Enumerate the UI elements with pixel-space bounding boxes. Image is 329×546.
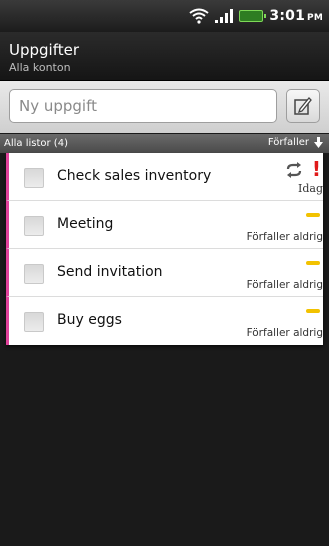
task-due: Förfaller aldrig (246, 327, 323, 339)
app-header: Uppgifter Alla konton (0, 32, 329, 81)
sort-label: Förfaller (267, 137, 309, 148)
status-icons: 3:01 PM (189, 6, 323, 26)
task-due: Förfaller aldrig (246, 231, 323, 243)
task-checkbox[interactable] (24, 216, 44, 236)
task-title: Check sales inventory (57, 168, 212, 184)
status-time: 3:01 PM (269, 8, 323, 24)
task-list: Check sales inventory ! Idag Meeting För… (6, 153, 323, 345)
task-meta: ! Idag (223, 157, 323, 197)
wifi-icon (189, 8, 210, 24)
priority-normal-icon (306, 309, 320, 313)
task-title: Meeting (57, 216, 114, 232)
page-title: Uppgifter (9, 41, 80, 59)
account-subtitle[interactable]: Alla konton (9, 61, 71, 74)
list-header: Alla listor (4) Förfaller (0, 134, 329, 153)
arrow-down-icon (314, 137, 323, 148)
status-bar: 3:01 PM (0, 0, 329, 32)
battery-icon (239, 10, 267, 22)
task-row[interactable]: Send invitation Förfaller aldrig (6, 249, 323, 297)
task-row[interactable]: Buy eggs Förfaller aldrig (6, 297, 323, 345)
priority-high-icon: ! (311, 157, 321, 181)
priority-normal-icon (306, 213, 320, 217)
edit-task-button[interactable] (286, 89, 320, 123)
task-checkbox[interactable] (24, 168, 44, 188)
new-task-input[interactable] (9, 89, 277, 123)
task-meta: Förfaller aldrig (223, 207, 323, 245)
task-checkbox[interactable] (24, 312, 44, 332)
new-task-bar (0, 81, 329, 133)
task-title: Send invitation (57, 264, 163, 280)
all-lists-label[interactable]: Alla listor (4) (4, 138, 68, 149)
task-row[interactable]: Meeting Förfaller aldrig (6, 201, 323, 249)
signal-icon (215, 9, 234, 23)
task-meta: Förfaller aldrig (223, 255, 323, 293)
task-checkbox[interactable] (24, 264, 44, 284)
priority-normal-icon (306, 261, 320, 265)
task-meta: Förfaller aldrig (223, 303, 323, 341)
task-due: Förfaller aldrig (246, 279, 323, 291)
task-due: Idag (298, 182, 323, 195)
edit-icon (294, 97, 312, 115)
repeat-icon (286, 162, 302, 178)
task-row[interactable]: Check sales inventory ! Idag (6, 153, 323, 201)
task-title: Buy eggs (57, 312, 122, 328)
sort-button[interactable]: Förfaller (268, 137, 323, 148)
